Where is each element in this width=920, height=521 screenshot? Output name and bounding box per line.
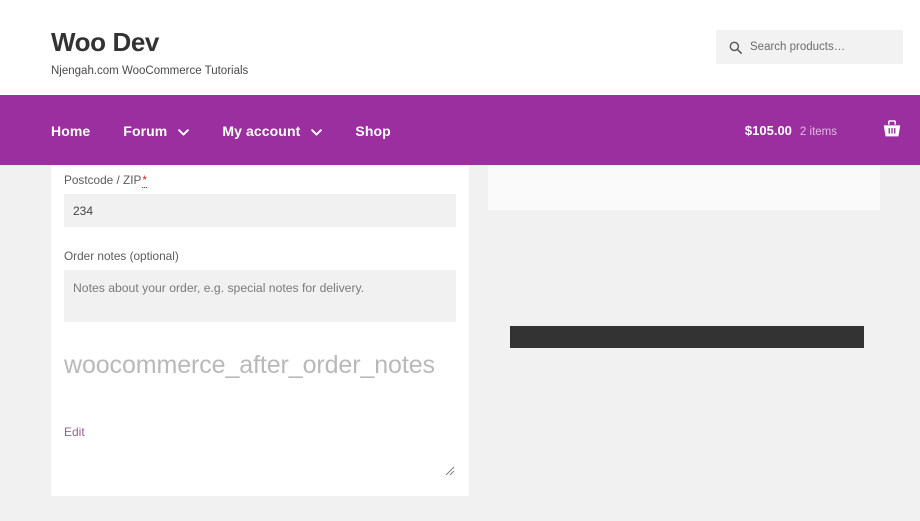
nav-item-forum[interactable]: Forum: [123, 123, 190, 139]
cart-area: $105.00 2 items: [745, 95, 903, 165]
hook-name-heading: woocommerce_after_order_notes: [64, 351, 435, 379]
checkout-content: Postcode / ZIP* Order notes (optional) w…: [0, 165, 920, 521]
postcode-input[interactable]: [64, 194, 456, 227]
nav-link-home[interactable]: Home: [51, 123, 90, 139]
edit-link[interactable]: Edit: [51, 425, 98, 439]
place-order-button[interactable]: [510, 326, 864, 348]
nav-link-forum[interactable]: Forum: [123, 123, 167, 139]
search-input[interactable]: [750, 41, 900, 53]
site-header: Woo Dev Njengah.com WooCommerce Tutorial…: [0, 0, 920, 95]
shopping-basket-icon[interactable]: [881, 118, 903, 140]
postcode-label-text: Postcode / ZIP: [64, 173, 142, 187]
nav-item-shop[interactable]: Shop: [355, 123, 390, 139]
search-icon: [729, 41, 742, 54]
order-notes-label: Order notes (optional): [64, 249, 179, 263]
site-branding: Woo Dev Njengah.com WooCommerce Tutorial…: [51, 27, 248, 78]
textarea-resize-handle[interactable]: [442, 463, 455, 476]
checkout-billing-column: Postcode / ZIP* Order notes (optional) w…: [51, 165, 469, 496]
nav-item-home[interactable]: Home: [51, 123, 90, 139]
postcode-field-block: Postcode / ZIP*: [51, 165, 469, 227]
site-tagline: Njengah.com WooCommerce Tutorials: [51, 65, 249, 77]
primary-navigation: Home Forum My account Shop $105.00 2 ite…: [0, 95, 920, 165]
product-search-box[interactable]: [716, 30, 903, 64]
order-notes-textarea[interactable]: [64, 270, 456, 322]
nav-link-shop[interactable]: Shop: [355, 123, 390, 139]
nav-item-my-account[interactable]: My account: [222, 123, 323, 139]
page-background-filler: [0, 496, 920, 521]
chevron-down-icon[interactable]: [178, 128, 190, 136]
postcode-label: Postcode / ZIP*: [64, 165, 456, 194]
site-title[interactable]: Woo Dev: [51, 27, 248, 57]
nav-menu: Home Forum My account Shop: [51, 122, 391, 139]
chevron-down-icon[interactable]: [311, 128, 323, 136]
nav-link-my-account[interactable]: My account: [222, 123, 300, 139]
field-spacer: [51, 227, 469, 241]
required-asterisk: *: [142, 173, 147, 188]
order-review-column: [488, 165, 880, 210]
cart-summary[interactable]: $105.00 2 items: [745, 123, 837, 138]
order-notes-field-block: Order notes (optional): [51, 241, 469, 322]
cart-item-count: 2 items: [799, 125, 837, 138]
cart-total-amount: $105.00: [744, 122, 792, 138]
